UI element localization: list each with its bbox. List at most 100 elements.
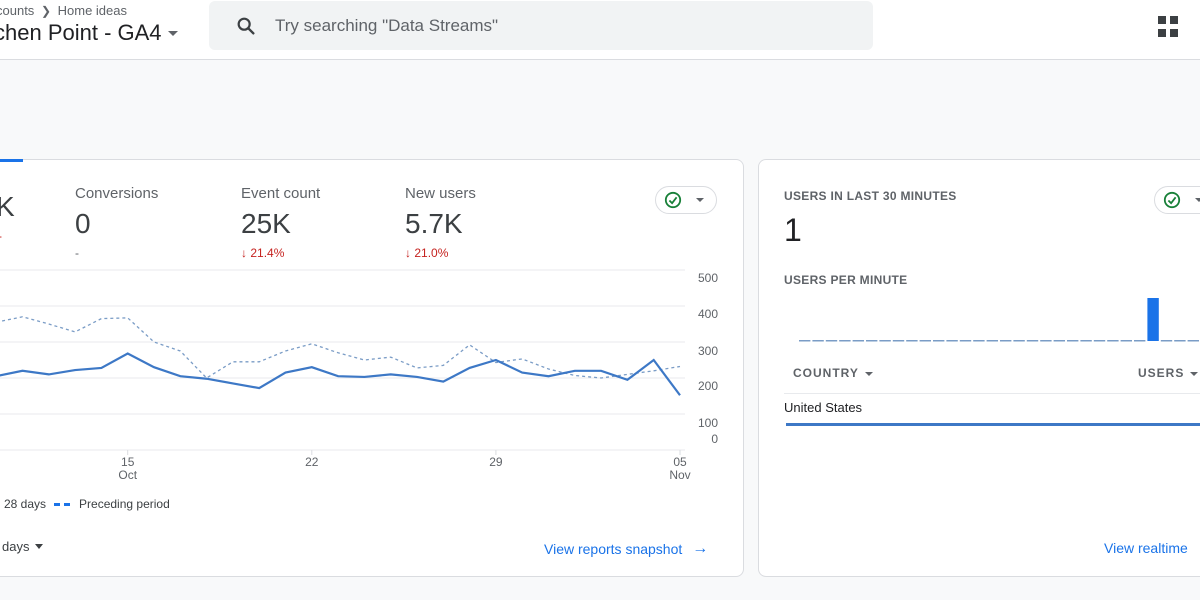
realtime-data-quality-menu[interactable]: [1154, 186, 1200, 214]
minute-bar: [1040, 340, 1052, 342]
metric-value: K: [0, 191, 15, 222]
minute-bar: [1174, 340, 1186, 342]
metric-change: ↓ 21.4%: [241, 246, 285, 260]
minute-bar: [852, 340, 864, 342]
users-per-minute-label: USERS PER MINUTE: [784, 273, 908, 287]
arrow-down-icon: ↓: [241, 246, 247, 260]
metric-change: -: [0, 229, 15, 243]
minute-bar: [1160, 340, 1173, 342]
column-header-users[interactable]: USERS: [1138, 366, 1199, 380]
search-input[interactable]: [275, 15, 835, 36]
metric-label: Conversions: [75, 185, 159, 202]
minute-bar: [933, 340, 945, 342]
caret-down-icon: [1190, 372, 1199, 376]
metric-users[interactable]: K -: [0, 185, 15, 243]
x-tick-sublabel: Oct: [118, 468, 137, 482]
link-label: View reports snapshot: [544, 541, 683, 557]
property-selector[interactable]: chen Point - GA4: [0, 20, 178, 46]
y-tick-label: 0: [711, 432, 718, 446]
dashed-line-icon: [54, 502, 73, 506]
minute-bar: [1013, 340, 1025, 342]
chevron-right-icon: ❯: [40, 4, 51, 18]
metric-conversions[interactable]: Conversions 0 -: [75, 185, 158, 260]
date-range-selector[interactable]: days: [2, 539, 44, 554]
users-share-bar: [786, 423, 1200, 426]
x-tick-label: 15: [121, 455, 135, 469]
search-bar[interactable]: [209, 1, 873, 50]
check-circle-icon: [1163, 191, 1181, 209]
property-title: chen Point - GA4: [0, 20, 162, 45]
metric-value: 25K: [241, 208, 291, 239]
caret-down-icon: [167, 30, 178, 36]
y-tick-label: 300: [698, 344, 718, 358]
minute-bar: [1120, 340, 1132, 342]
date-range-label: days: [2, 539, 30, 554]
x-tick-label: 22: [305, 455, 319, 469]
minute-bar: [892, 340, 905, 342]
y-tick-label: 100: [698, 416, 718, 430]
x-tick-label: 29: [489, 455, 503, 469]
table-divider: [784, 393, 1200, 394]
chart-legend: 28 days Preceding period: [4, 497, 170, 511]
view-reports-snapshot-link[interactable]: View reports snapshot →: [544, 540, 708, 558]
x-tick-label: 05: [673, 455, 687, 469]
minute-bar: [1134, 340, 1146, 342]
metric-label: New users: [405, 185, 476, 202]
minute-bar: [1187, 340, 1199, 342]
metric-value: 5.7K: [405, 208, 463, 239]
arrow-down-icon: ↓: [405, 246, 411, 260]
y-tick-label: 500: [698, 271, 718, 285]
table-row[interactable]: United States: [784, 400, 862, 415]
minute-bar: [879, 340, 891, 342]
trend-chart: 0 100 200 300 400 500 15Oct 22 29 05Nov: [0, 269, 718, 482]
caret-down-icon: [864, 372, 873, 376]
minute-bar: [1053, 340, 1065, 342]
breadcrumb: counts ❯ Home ideas: [0, 3, 127, 18]
minute-bar: [959, 340, 972, 342]
minute-bar: [1026, 340, 1039, 342]
breadcrumb-accounts[interactable]: counts: [0, 3, 34, 18]
users-per-minute-chart: [799, 298, 1199, 342]
series-line-current-period: [0, 352, 681, 396]
caret-down-icon: [35, 544, 44, 549]
view-realtime-link[interactable]: View realtime: [1104, 540, 1188, 556]
check-circle-icon: [664, 191, 682, 209]
metric-event-count[interactable]: Event count 25K ↓ 21.4%: [241, 185, 320, 260]
breadcrumb-account-name[interactable]: Home ideas: [58, 3, 127, 18]
caret-down-icon: [1195, 198, 1200, 202]
column-label: USERS: [1138, 366, 1185, 380]
minute-bar: [986, 340, 998, 342]
users-last-30-min-label: USERS IN LAST 30 MINUTES: [784, 189, 957, 203]
metric-label: Event count: [241, 185, 321, 202]
legend-current: 28 days: [4, 497, 47, 511]
users-last-30-min-value: 1: [784, 212, 802, 248]
column-header-country[interactable]: COUNTRY: [793, 366, 873, 380]
minute-bar: [825, 340, 838, 342]
minute-bar: [973, 340, 985, 342]
apps-grid-icon[interactable]: [1158, 16, 1180, 38]
search-icon: [237, 17, 255, 35]
country-cell: United States: [784, 400, 863, 415]
metric-value: 0: [75, 208, 91, 239]
minute-bar: [919, 340, 931, 342]
top-bar: counts ❯ Home ideas chen Point - GA4: [0, 0, 1200, 60]
minute-bar: [799, 340, 811, 342]
arrow-right-icon: →: [692, 540, 709, 557]
minute-bar: [1107, 340, 1119, 342]
metric-change: -: [75, 246, 79, 260]
data-quality-menu[interactable]: [655, 186, 717, 214]
legend-previous: Preceding period: [79, 497, 170, 511]
minute-bar: [1000, 340, 1012, 342]
minute-bar: [906, 340, 918, 342]
caret-down-icon: [696, 198, 704, 202]
minute-bar: [839, 340, 851, 342]
x-tick-sublabel: Nov: [669, 468, 690, 482]
minute-bar: [1067, 340, 1079, 342]
link-label: View realtime: [1104, 540, 1188, 556]
metric-change: ↓ 21.0%: [405, 246, 449, 260]
minute-bar: [812, 340, 824, 342]
column-label: COUNTRY: [793, 366, 859, 380]
metric-new-users[interactable]: New users 5.7K ↓ 21.0%: [405, 185, 476, 260]
minute-bar: [946, 340, 958, 342]
minute-bar: [1080, 340, 1092, 342]
